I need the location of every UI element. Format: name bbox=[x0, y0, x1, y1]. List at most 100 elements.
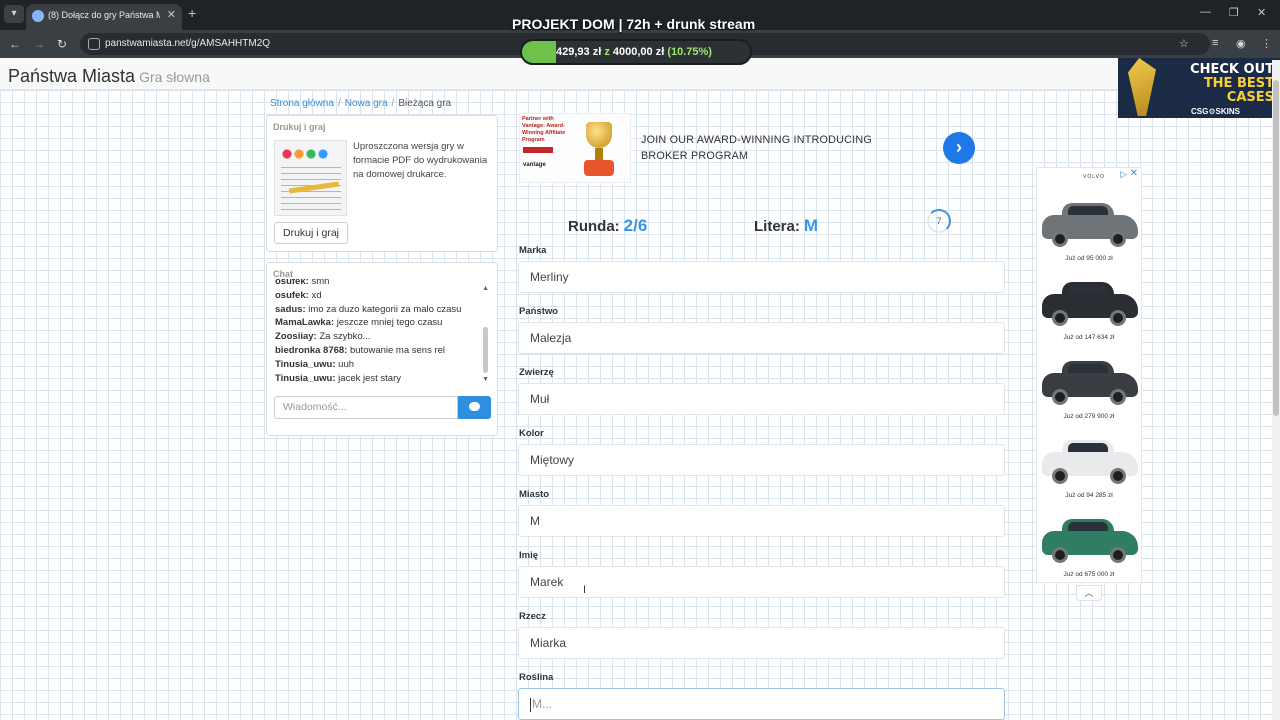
bookmark-star-icon[interactable]: ☆ bbox=[1179, 37, 1189, 50]
chat-message: Tinusia_uwu: uuh bbox=[275, 358, 355, 370]
chat-message-list[interactable]: osufek: smh osufek: xd sadus: imo za duz… bbox=[275, 279, 487, 397]
text-cursor-icon: I bbox=[583, 584, 587, 596]
close-tab-icon[interactable]: ✕ bbox=[167, 8, 176, 21]
field-input-color[interactable]: Miętowy bbox=[518, 444, 1005, 476]
print-and-play-button[interactable]: Drukuj i graj bbox=[274, 222, 348, 244]
tab-title: (8) Dołącz do gry Państwa Miast bbox=[48, 10, 160, 20]
print-preview-image[interactable] bbox=[274, 140, 347, 216]
field-input-animal[interactable]: Muł bbox=[518, 383, 1005, 415]
car-image[interactable] bbox=[1040, 280, 1140, 330]
trophy-icon bbox=[578, 120, 618, 180]
new-tab-button[interactable]: + bbox=[188, 5, 196, 21]
promo-brand: CSG⚙SKINS bbox=[1191, 107, 1240, 116]
page-scrollbar[interactable] bbox=[1272, 60, 1280, 720]
field-label-animal: Zwierzę bbox=[519, 367, 554, 378]
ad-next-arrow-icon[interactable]: › bbox=[943, 132, 975, 164]
car-price: Już od 147 634 zł bbox=[1063, 334, 1115, 341]
adchoices-icon[interactable]: ▷ bbox=[1120, 169, 1127, 180]
ad-logo: vantage bbox=[523, 162, 546, 168]
promo-banner[interactable]: CHECK OUT THE BEST CASES CSG⚙SKINS bbox=[1118, 58, 1280, 118]
close-window-icon[interactable]: ✕ bbox=[1257, 6, 1266, 19]
round-value: 2/6 bbox=[623, 216, 648, 235]
ad-close-icon[interactable]: ✕ bbox=[1130, 168, 1138, 179]
restore-icon[interactable]: ❐ bbox=[1229, 6, 1239, 19]
back-icon[interactable]: ← bbox=[9, 37, 21, 51]
round-label: Runda: bbox=[568, 218, 620, 235]
chat-message: Zoosiiay: Za szybko... bbox=[275, 331, 371, 343]
field-label-brand: Marka bbox=[519, 245, 547, 256]
car-price: Już od 94 285 zł bbox=[1065, 492, 1113, 499]
field-input-country[interactable]: Malezja bbox=[518, 322, 1005, 354]
letter-indicator: Litera: M bbox=[754, 216, 818, 236]
ad-collapse-button[interactable]: ︿ bbox=[1076, 585, 1102, 601]
car-image[interactable] bbox=[1040, 517, 1140, 567]
chat-message-input[interactable]: Wiadomość... bbox=[274, 396, 458, 419]
field-label-city: Miasto bbox=[519, 489, 550, 500]
print-panel: Drukuj i graj Uproszczona wersja gry w f… bbox=[266, 115, 498, 252]
field-label-plant: Roślina bbox=[519, 672, 554, 683]
site-brand[interactable]: Państwa Miasta Gra słowna bbox=[8, 66, 210, 87]
letter-value: M bbox=[803, 216, 819, 235]
chat-message: sadus: imo za duzo kategorii za malo cza… bbox=[275, 303, 462, 315]
ad-small-text: Partner with Vantage: Award-Winning Affi… bbox=[522, 116, 566, 143]
round-timer: 7 bbox=[927, 209, 951, 233]
print-panel-heading: Drukuj i graj bbox=[273, 122, 326, 132]
chat-scrollbar-thumb[interactable] bbox=[483, 327, 488, 373]
page-scrollbar-thumb[interactable] bbox=[1273, 80, 1279, 416]
chat-message: osufek: smh bbox=[275, 279, 330, 287]
car-image[interactable] bbox=[1040, 438, 1140, 488]
promo-line-3: CASES bbox=[1226, 90, 1274, 105]
donation-goal-fill bbox=[522, 41, 557, 63]
site-info-icon[interactable] bbox=[88, 38, 100, 50]
chat-send-button[interactable] bbox=[458, 396, 491, 419]
media-controls-icon[interactable]: ≡ bbox=[1212, 37, 1218, 49]
chat-message: osufek: xd bbox=[275, 289, 322, 301]
ad-banner-copy[interactable]: JOIN OUR AWARD-WINNING INTRODUCING BROKE… bbox=[641, 132, 881, 164]
site-subtitle: Gra słowna bbox=[139, 69, 210, 85]
chat-scroll-up-icon[interactable]: ▲ bbox=[482, 285, 489, 292]
chat-scroll-down-icon[interactable]: ▼ bbox=[482, 376, 489, 383]
breadcrumb-current: Bieżąca gra bbox=[398, 98, 452, 109]
tab-list-button[interactable]: ▾ bbox=[4, 5, 24, 23]
field-input-name[interactable]: Marek bbox=[518, 566, 1005, 598]
chat-panel: Chat osufek: smh osufek: xd sadus: imo z… bbox=[266, 262, 498, 436]
breadcrumb-separator: / bbox=[391, 98, 395, 109]
field-input-plant[interactable]: M... bbox=[518, 688, 1005, 720]
field-input-brand[interactable]: Merliny bbox=[518, 261, 1005, 293]
breadcrumb: Strona główna / Nowa gra / Bieżąca gra bbox=[270, 98, 451, 109]
menu-kebab-icon[interactable]: ⋮ bbox=[1261, 37, 1272, 50]
donation-goal-bar: 429,93 zł z 4000,00 zł (10.75%) bbox=[520, 39, 752, 65]
chat-message: MamaLawka: jeszcze mniej tego czasu bbox=[275, 317, 443, 329]
speech-bubble-icon bbox=[469, 402, 480, 411]
car-image[interactable] bbox=[1040, 359, 1140, 409]
promo-line-1: CHECK OUT bbox=[1190, 62, 1274, 77]
thumb-logo bbox=[281, 147, 341, 161]
field-input-thing[interactable]: Miarka bbox=[518, 627, 1005, 659]
stream-title: PROJEKT DOM | 72h + drunk stream bbox=[512, 16, 756, 32]
chat-message: biedronka 8768: butowanie ma sens rel bbox=[275, 344, 446, 356]
car-price: Już od 279 900 zł bbox=[1063, 413, 1115, 420]
chat-message: Tinusia_uwu: jacek jest stary bbox=[275, 372, 401, 384]
input-caret bbox=[530, 697, 531, 712]
breadcrumb-new-game[interactable]: Nowa gra bbox=[345, 98, 388, 109]
browser-tab[interactable]: (8) Dołącz do gry Państwa Miast ✕ bbox=[26, 4, 182, 30]
round-indicator: Runda: 2/6 bbox=[568, 216, 647, 236]
promo-line-2: THE BEST bbox=[1203, 76, 1274, 91]
field-label-name: Imię bbox=[519, 550, 539, 561]
site-title: Państwa Miasta bbox=[8, 66, 136, 86]
field-input-city[interactable]: M bbox=[518, 505, 1005, 537]
car-ad[interactable]: VOLVO ▷ ✕ Już od 95 000 zł Już od 147 634… bbox=[1036, 167, 1142, 583]
ad-banner-image[interactable]: Partner with Vantage: Award-Winning Affi… bbox=[519, 113, 631, 183]
ad-cta-strip bbox=[523, 147, 553, 153]
field-label-thing: Rzecz bbox=[519, 611, 546, 622]
knife-icon bbox=[1128, 58, 1156, 116]
forward-icon[interactable]: → bbox=[33, 37, 45, 51]
breadcrumb-home[interactable]: Strona główna bbox=[270, 98, 334, 109]
field-label-country: Państwo bbox=[519, 306, 559, 317]
reload-icon[interactable]: ↻ bbox=[57, 37, 67, 51]
car-image[interactable] bbox=[1040, 201, 1140, 251]
field-label-color: Kolor bbox=[519, 428, 544, 439]
profile-icon[interactable]: ◉ bbox=[1236, 37, 1246, 50]
car-price: Już od 95 000 zł bbox=[1065, 255, 1113, 262]
minimize-icon[interactable]: — bbox=[1200, 6, 1211, 18]
